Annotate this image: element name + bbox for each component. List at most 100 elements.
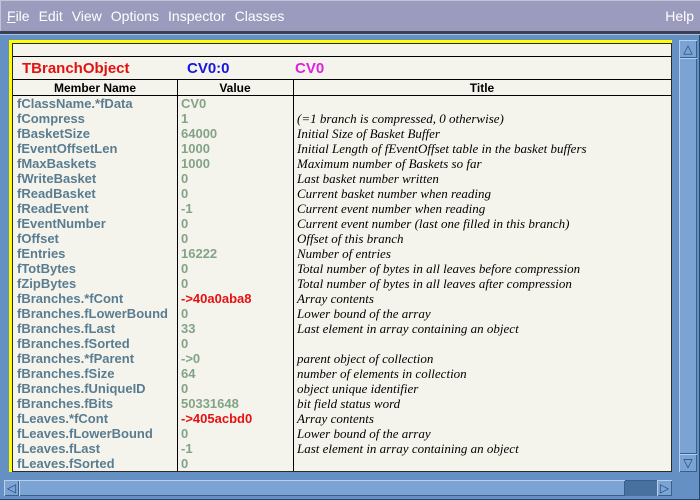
value-cell: 33 [181, 321, 195, 336]
table-row[interactable]: fLeaves.*fCont ->405acbd0 Array contents [13, 411, 671, 426]
member-name-cell: fWriteBasket [17, 171, 96, 186]
scroll-up-button[interactable]: △ [679, 40, 697, 58]
table-row[interactable]: fEventNumber0Current event number (last … [13, 216, 671, 231]
member-name-cell: fOffset [17, 231, 59, 246]
member-name-cell: fEventNumber [17, 216, 106, 231]
title-cell: Current event number when reading [297, 201, 485, 216]
menu-item-options[interactable]: Options [111, 8, 159, 24]
table-row[interactable]: fMaxBaskets 1000 Maximum number of Baskets… [13, 156, 671, 171]
value-cell: -1 [181, 201, 193, 216]
table-row[interactable]: fBasketSize64000Initial Size of Basket B… [13, 126, 671, 141]
table-row[interactable]: fBranches.fSize64number of elements in c… [13, 366, 671, 381]
title-cell: Offset of this branch [297, 231, 404, 246]
vertical-scrollbar-thumb[interactable] [679, 58, 697, 454]
column-header-title: Title [293, 81, 671, 95]
table-row[interactable]: fEntries16222Number of entries [13, 246, 671, 261]
scroll-left-button[interactable]: ◁ [4, 480, 19, 496]
menu-item-view[interactable]: View [72, 8, 102, 24]
value-cell: 0 [181, 276, 188, 291]
member-name-cell: fTotBytes [17, 261, 76, 276]
title-cell: Maximum number of Baskets so far [297, 156, 482, 171]
table-row[interactable]: fCompress1(=1 branch is compressed, 0 ot… [13, 111, 671, 126]
member-name-cell: fBranches.fUniqueID [17, 381, 146, 396]
table-row[interactable]: fEventOffsetLen1000Initial Length of fEv… [13, 141, 671, 156]
menu-item-edit[interactable]: Edit [39, 8, 63, 24]
title-cell: Last element in array containing an obje… [297, 441, 519, 456]
table-row[interactable]: fWriteBasket0Last basket number written [13, 171, 671, 186]
member-name-cell: fBasketSize [17, 126, 90, 141]
table-row[interactable]: fBranches.fUniqueID0object unique identi… [13, 381, 671, 396]
value-cell: 1000 [181, 156, 210, 171]
table-row[interactable]: fClassName.*fDataCV0 [13, 96, 671, 111]
table-row[interactable]: fLeaves.fLowerBound0Lower bound of the a… [13, 426, 671, 441]
value-cell: 0 [181, 336, 188, 351]
scroll-down-button[interactable]: ▽ [679, 454, 697, 472]
value-cell: ->405acbd0 [181, 411, 252, 426]
table-row[interactable]: fBranches.fBits 50331648 bit field status … [13, 396, 671, 411]
object-header: TBranchObject CV0:0 CV0 [13, 58, 671, 79]
member-name-cell: fZipBytes [17, 276, 76, 291]
title-cell: Lower bound of the array [297, 426, 431, 441]
object-title: CV0 [295, 60, 324, 77]
table-row[interactable]: fBranches.*fCont->40a0aba8Array contents [13, 291, 671, 306]
up-arrow-icon: △ [683, 43, 692, 55]
member-name-cell: fBranches.fBits [17, 396, 113, 411]
value-cell: 0 [181, 171, 188, 186]
value-cell: 1000 [181, 141, 210, 156]
value-cell: 0 [181, 456, 188, 471]
member-name-cell: fLeaves.fLast [17, 441, 100, 456]
member-name-cell: fReadEvent [17, 201, 89, 216]
value-cell: 0 [181, 186, 188, 201]
horizontal-scrollbar[interactable]: ◁ ▷ [4, 480, 672, 496]
member-name-cell: fEventOffsetLen [17, 141, 117, 156]
title-cell: Number of entries [297, 246, 391, 261]
member-name-cell: fBranches.*fParent [17, 351, 134, 366]
table-row[interactable]: fReadEvent -1 Current event number when re… [13, 201, 671, 216]
table-row[interactable]: fBranches.fLowerBound0Lower bound of the… [13, 306, 671, 321]
menubar-items: File Edit View Options Inspector Classes [0, 8, 284, 24]
member-name-cell: fBranches.fLast [17, 321, 115, 336]
member-name-cell: fCompress [17, 111, 85, 126]
title-cell: Array contents [297, 411, 374, 426]
table-row[interactable]: fLeaves.fLast -1 Last element in array con… [13, 441, 671, 456]
member-name-cell: fLeaves.*fCont [17, 411, 108, 426]
member-name-cell: fBranches.fLowerBound [17, 306, 168, 321]
value-cell: 50331648 [181, 396, 239, 411]
title-cell: Array contents [297, 291, 374, 306]
object-name: CV0:0 [187, 60, 230, 77]
table-border [13, 56, 671, 57]
menu-item-file[interactable]: File [7, 8, 30, 24]
table-row[interactable]: fZipBytes 0 Total number of bytes in all l… [13, 276, 671, 291]
value-cell: -1 [181, 441, 193, 456]
menu-item-classes[interactable]: Classes [235, 8, 285, 24]
member-name-cell: fMaxBaskets [17, 156, 97, 171]
menu-item-inspector[interactable]: Inspector [168, 8, 226, 24]
value-cell: ->40a0aba8 [181, 291, 251, 306]
member-name-cell: fReadBasket [17, 186, 96, 201]
value-cell: 0 [181, 261, 188, 276]
column-header-value: Value [177, 81, 293, 95]
title-cell: Initial Size of Basket Buffer [297, 126, 440, 141]
table-row[interactable]: fLeaves.fSorted 0 [13, 456, 671, 471]
inspector-window: File Edit View Options Inspector Classes Help… [0, 0, 700, 500]
title-cell: bit field status word [297, 396, 400, 411]
table-row[interactable]: fBranches.fSorted0 [13, 336, 671, 351]
table-row[interactable]: fBranches.fLast33Last element in array c… [13, 321, 671, 336]
menu-item-help[interactable]: Help [665, 0, 694, 31]
title-cell: Current basket number when reading [297, 186, 491, 201]
title-cell: parent object of collection [297, 351, 433, 366]
table-row[interactable]: fOffset0Offset of this branch [13, 231, 671, 246]
title-cell: Current event number (last one filled in… [297, 216, 569, 231]
title-cell: Lower bound of the array [297, 306, 431, 321]
horizontal-scrollbar-thumb[interactable] [19, 480, 625, 496]
table-row[interactable]: fBranches.*fParent->0parent object of co… [13, 351, 671, 366]
table-row[interactable]: fTotBytes0Total number of bytes in all l… [13, 261, 671, 276]
member-name-cell: fLeaves.fSorted [17, 456, 115, 471]
table-row[interactable]: fReadBasket 0 Current basket number when r… [13, 186, 671, 201]
member-name-cell: fClassName.*fData [17, 96, 133, 111]
scroll-right-button[interactable]: ▷ [657, 480, 672, 496]
title-cell: object unique identifier [297, 381, 418, 396]
right-arrow-icon: ▷ [660, 482, 669, 494]
vertical-scrollbar[interactable]: △ ▽ [679, 40, 697, 472]
title-cell: Total number of bytes in all leaves afte… [297, 276, 572, 291]
